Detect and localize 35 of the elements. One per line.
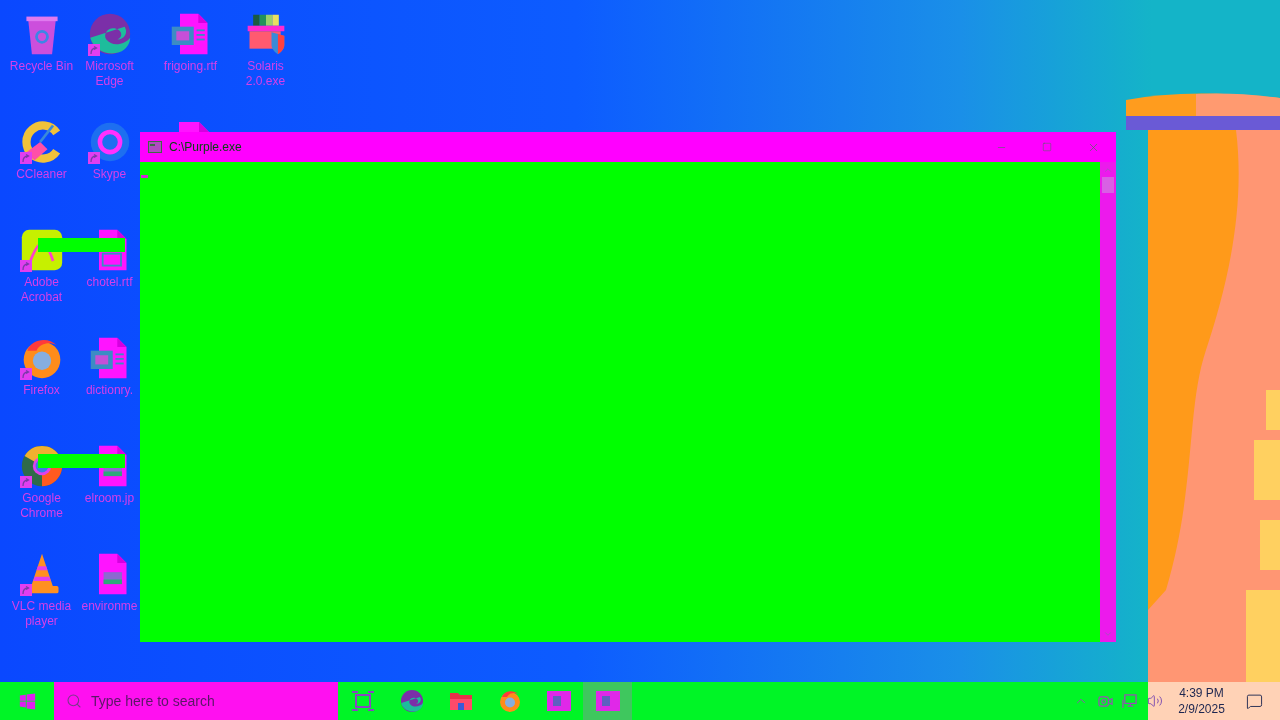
scroll-down-icon xyxy=(1103,629,1113,639)
desktop-item[interactable]: elroom.jp xyxy=(79,442,140,506)
taskbar-app-button[interactable] xyxy=(583,682,632,720)
network-monitor-icon xyxy=(1121,693,1137,709)
desktop-item[interactable]: Solaris 2.0.exe xyxy=(228,10,303,89)
scroll-up-icon xyxy=(1103,165,1113,175)
desktop-item[interactable]: CCleaner xyxy=(4,118,79,182)
search-icon xyxy=(66,693,82,709)
desktop-item[interactable]: Firefox xyxy=(4,334,79,398)
desktop-item[interactable]: VLC media player xyxy=(4,550,79,629)
text-cursor xyxy=(141,175,148,178)
swirl-logo-icon xyxy=(87,12,132,56)
desktop-item[interactable]: frigoing.rtf xyxy=(153,10,228,74)
window-app-icon xyxy=(595,689,620,713)
clock[interactable]: 4:39 PM 2/9/2025 xyxy=(1169,682,1234,720)
desktop-item[interactable]: Recycle Bin xyxy=(4,10,79,74)
windows-logo-icon xyxy=(18,692,36,710)
scrollbar-thumb[interactable] xyxy=(1102,177,1114,193)
maximize-icon xyxy=(1042,142,1052,152)
desktop-item[interactable]: Microsoft Edge xyxy=(79,10,140,89)
window-title: C:\Purple.exe xyxy=(169,139,242,156)
volume-icon xyxy=(1147,693,1163,709)
scrollbar[interactable] xyxy=(1100,162,1116,642)
swirl-logo-icon xyxy=(399,689,424,713)
notification-icon xyxy=(1245,692,1263,710)
camera-icon xyxy=(1097,693,1113,709)
task-view-icon xyxy=(350,689,375,713)
desktop-item[interactable]: dictionry. xyxy=(79,334,140,398)
search-field[interactable]: Type here to search xyxy=(54,682,338,720)
desktop-item[interactable]: Skype xyxy=(79,118,140,182)
console-icon xyxy=(148,141,162,153)
window-app-icon xyxy=(546,689,571,713)
globe-icon xyxy=(497,689,522,713)
desktop-item[interactable]: environme xyxy=(79,550,140,614)
desktop-item[interactable]: chotel.rtf xyxy=(79,226,140,290)
